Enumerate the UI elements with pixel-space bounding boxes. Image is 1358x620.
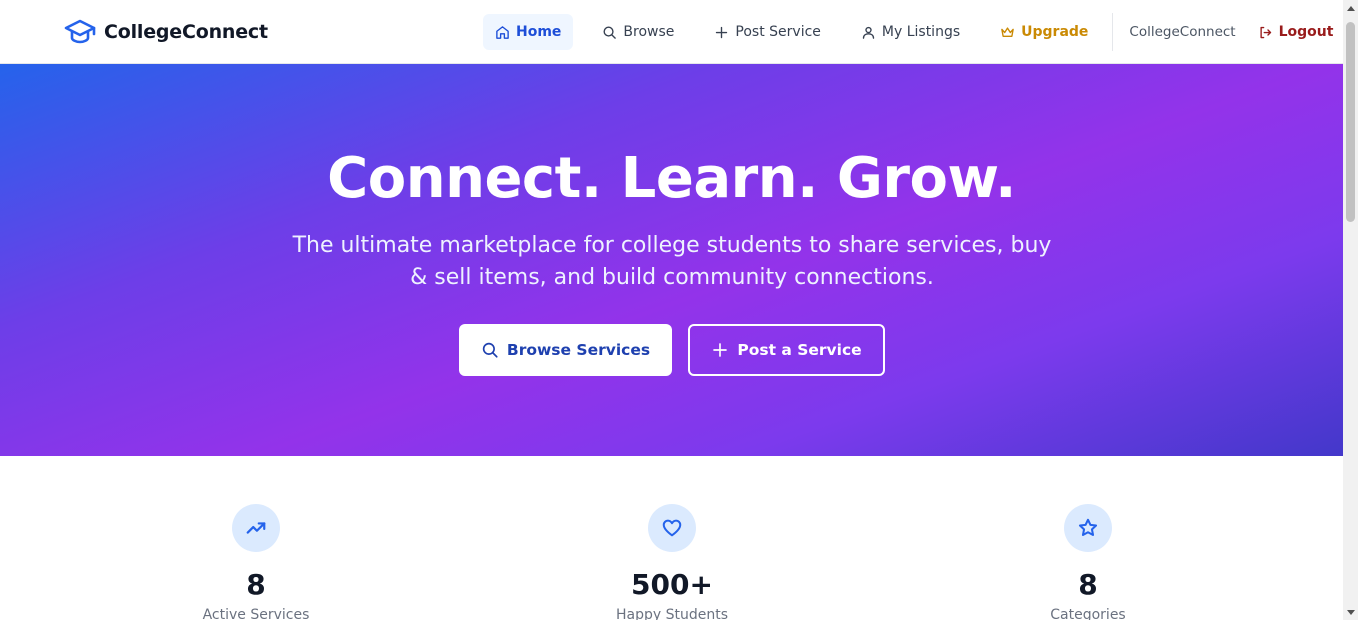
stat-active-services: 8 Active Services [156, 504, 356, 620]
stat-label: Categories [1050, 607, 1126, 620]
plus-icon [714, 25, 729, 40]
stat-categories: 8 Categories [988, 504, 1188, 620]
browse-services-label: Browse Services [506, 341, 651, 359]
search-icon [481, 341, 499, 359]
scroll-down-arrow-icon[interactable] [1343, 605, 1358, 620]
stat-happy-students: 500+ Happy Students [572, 504, 772, 620]
stats-section: 8 Active Services 500+ Happy Students 8 … [0, 456, 1343, 620]
graduation-cap-icon [64, 18, 96, 46]
nav-upgrade-label: Upgrade [1021, 24, 1089, 40]
brand-logo[interactable]: CollegeConnect [64, 18, 268, 46]
logout-button[interactable]: Logout [1248, 14, 1343, 50]
nav-browse-label: Browse [623, 24, 675, 40]
page: CollegeConnect Home Browse Post Service [0, 0, 1343, 620]
search-icon [602, 25, 617, 40]
scrollbar-thumb[interactable] [1346, 22, 1355, 222]
logout-label: Logout [1278, 24, 1334, 40]
stat-label: Happy Students [615, 607, 729, 620]
nav-my-listings-label: My Listings [881, 24, 961, 40]
post-a-service-label: Post a Service [737, 341, 862, 359]
hero-title: Connect. Learn. Grow. [327, 146, 1016, 211]
home-icon [495, 25, 510, 40]
logout-icon [1258, 25, 1273, 40]
stat-value: 8 [1078, 568, 1098, 601]
hero-section: Connect. Learn. Grow. The ultimate marke… [0, 64, 1343, 456]
vertical-scrollbar[interactable] [1343, 0, 1358, 620]
stat-label: Active Services [202, 607, 310, 620]
top-navbar: CollegeConnect Home Browse Post Service [0, 0, 1343, 64]
scroll-up-arrow-icon[interactable] [1343, 0, 1358, 15]
nav-post-service-label: Post Service [735, 24, 821, 40]
nav-browse[interactable]: Browse [590, 14, 686, 50]
nav-post-service[interactable]: Post Service [702, 14, 832, 50]
nav-home[interactable]: Home [483, 14, 574, 50]
crown-icon [1000, 25, 1015, 40]
star-icon [1064, 504, 1112, 552]
hero-actions: Browse Services Post a Service [459, 324, 885, 376]
nav-upgrade[interactable]: Upgrade [988, 14, 1100, 50]
plus-icon [711, 341, 729, 359]
user-icon [861, 25, 876, 40]
browse-services-button[interactable]: Browse Services [459, 324, 672, 376]
brand-name: CollegeConnect [104, 21, 268, 43]
nav-home-label: Home [516, 24, 562, 40]
main-nav: Home Browse Post Service My Listings Upg… [483, 13, 1343, 51]
user-name: CollegeConnect [1129, 24, 1236, 40]
nav-my-listings[interactable]: My Listings [849, 14, 972, 50]
hero-subtitle: The ultimate marketplace for college stu… [292, 233, 1052, 290]
stat-value: 500+ [631, 568, 713, 601]
nav-divider [1112, 13, 1114, 51]
post-a-service-button[interactable]: Post a Service [688, 324, 885, 376]
trending-up-icon [232, 504, 280, 552]
stat-value: 8 [246, 568, 266, 601]
heart-icon [648, 504, 696, 552]
